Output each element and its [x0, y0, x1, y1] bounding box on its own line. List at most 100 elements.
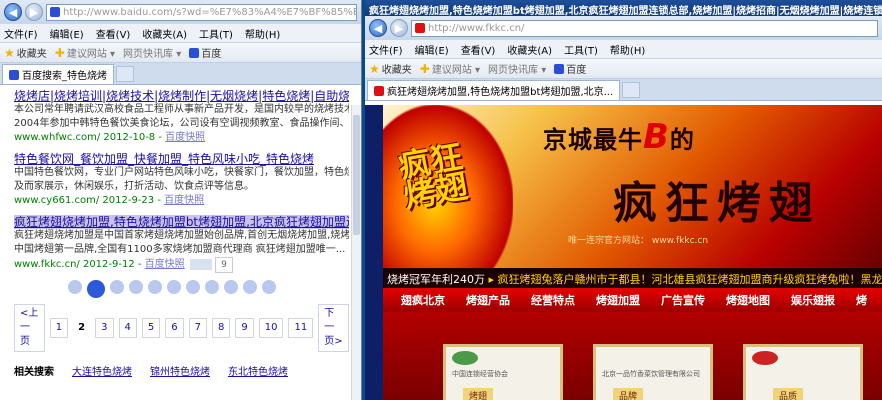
page-link[interactable]: 5 [141, 318, 161, 338]
menu-help[interactable]: 帮助(H) [610, 42, 645, 57]
suggested-sites-button[interactable]: ✚ 建议网站 ▾ [54, 45, 115, 61]
related-link[interactable]: 东北特色烧烤 [228, 366, 288, 380]
ticker-text: ▸ 疯狂烤翅兔落户赣州市于都县！河北雄县疯狂烤翅加盟商升级疯狂烤兔啦！黑龙江七台… [488, 273, 882, 286]
page-link[interactable]: 7 [188, 318, 207, 338]
nav-item[interactable]: 烤 [856, 292, 867, 308]
page-link[interactable]: 3 [95, 318, 114, 338]
menu-bar: 文件(F) 编辑(E) 查看(V) 收藏夹(A) 工具(T) 帮助(H) [0, 24, 361, 43]
scrollbar-thumb[interactable] [353, 115, 360, 235]
result-title-link[interactable]: 特色餐饮网_餐饮加盟_快餐加盟_特色风味小吃_特色烧烤 [14, 152, 349, 166]
nav-item[interactable]: 烤翅地图 [726, 292, 770, 308]
snapshot-link[interactable]: 百度快照 [145, 259, 185, 270]
new-tab-button[interactable] [622, 82, 641, 98]
page-link[interactable]: 9 [235, 318, 254, 338]
share-icon[interactable] [189, 258, 212, 270]
nav-item[interactable]: 娱乐翅报 [791, 292, 835, 308]
baidu-favorite-link[interactable]: 百度 [189, 45, 221, 60]
nav-item[interactable]: 烤翅产品 [466, 292, 510, 308]
back-button[interactable]: ◀ [4, 3, 22, 21]
menu-edit[interactable]: 编辑(E) [50, 26, 84, 41]
menu-view[interactable]: 查看(V) [461, 42, 496, 57]
vertical-scrollbar[interactable] [351, 105, 361, 400]
baidu-paw-icon [554, 63, 565, 74]
menu-help[interactable]: 帮助(H) [245, 26, 280, 41]
menu-bar: 文件(F) 编辑(E) 查看(V) 收藏夹(A) 工具(T) 帮助(H) [365, 40, 882, 59]
next-page-button[interactable]: 下一页> [318, 304, 349, 352]
nav-item[interactable]: 经营特点 [531, 292, 575, 308]
headline: 疯狂烤翅 [613, 178, 821, 229]
menu-favorites[interactable]: 收藏夹(A) [507, 42, 552, 57]
tab-strip: 疯狂烤翅烧烤加盟,特色烧烤加盟bt烤翅加盟,北京... [365, 79, 882, 101]
favorites-button[interactable]: ★ 收藏夹 [369, 61, 412, 77]
paw-icon [262, 280, 276, 294]
result-url: www.cy661.com/ 2012-9-23 - 百度快照 [14, 195, 205, 206]
forward-button[interactable]: ▶ [25, 3, 43, 21]
news-ticker[interactable]: 烧烤冠军年利240万 ▸ 疯狂烤翅兔落户赣州市于都县！河北雄县疯狂烤翅加盟商升级… [383, 268, 882, 288]
menu-tools[interactable]: 工具(T) [199, 26, 233, 41]
page-link[interactable]: 10 [258, 318, 284, 338]
snapshot-link[interactable]: 百度快照 [165, 132, 205, 143]
certificate-showcase: 中国连锁经营协会 北京一品竹香菜饮管理有限公司 烤翅 品牌 品质 [383, 312, 882, 400]
web-slice-button[interactable]: 网页快讯库 ▾ [123, 45, 181, 60]
add-favorite-icon: ✚ [54, 45, 65, 60]
star-icon: ★ [369, 61, 380, 76]
prev-page-button[interactable]: <上一页 [14, 304, 45, 352]
official-site-text: 唯一连宗官方网站： www.fkkc.cn [568, 236, 709, 246]
pagination: <上一页 1 2 3 4 5 6 7 8 9 10 11 下一页> [14, 304, 349, 352]
plaque-label: 品质 [773, 388, 804, 400]
search-results: 烧烤店|烧烤培训|烧烤技术|烧烤制作|无烟烧烤|特色烧烤|自助烧... 本公司常… [0, 85, 361, 380]
result-snippet: 中国特色餐饮网，专业门户网站特色风味小吃，快餐家门，餐饮加盟，特色烧烤等，... [14, 167, 349, 178]
address-input[interactable]: http://www.fkkc.cn/ [411, 19, 878, 37]
right-browser-window: 疯狂烤翅烧烤加盟,特色烧烤加盟bt烤翅加盟,北京疯狂烤翅加盟连锁总部,烧烤加盟|… [365, 0, 882, 400]
nav-item[interactable]: 广告宣传 [661, 292, 705, 308]
page-link[interactable]: 4 [118, 318, 137, 338]
baidu-paw-icon [50, 7, 60, 17]
related-link[interactable]: 锦州特色烧烤 [150, 366, 210, 380]
baidu-favorite-link[interactable]: 百度 [554, 61, 586, 76]
menu-view[interactable]: 查看(V) [96, 26, 131, 41]
new-tab-button[interactable] [116, 66, 134, 82]
menu-file[interactable]: 文件(F) [4, 26, 38, 41]
menu-edit[interactable]: 编辑(E) [415, 42, 449, 57]
paw-icon [167, 280, 181, 294]
current-page: 2 [78, 322, 86, 333]
web-slice-button[interactable]: 网页快讯库 ▾ [488, 61, 546, 76]
favorites-bar: ★ 收藏夹 ✚ 建议网站 ▾ 网页快讯库 ▾ 百度 [365, 59, 882, 79]
paw-icon [148, 280, 162, 294]
page-left-edge [365, 105, 383, 400]
tab-baidu-search[interactable]: 百度搜索_特色烧烤 [2, 64, 114, 84]
page-link[interactable]: 6 [165, 318, 184, 338]
result-snippet: 本公司常年聘请武汉高校食品工程师从事新产品开发，是国内较早的烧烤技术研发培... [14, 104, 349, 115]
website-content: 疯狂烤翅 京城最牛B的 疯狂烤翅 唯一连宗官方网站： www.fkkc.cn 烧… [365, 105, 882, 400]
left-browser-window: ◀ ▶ http://www.baidu.com/s?wd=%E7%83%A4%… [0, 0, 362, 400]
snapshot-link[interactable]: 百度快照 [164, 195, 204, 206]
menu-tools[interactable]: 工具(T) [564, 42, 598, 57]
tab-fkkc-site[interactable]: 疯狂烤翅烧烤加盟,特色烧烤加盟bt烤翅加盟,北京... [367, 80, 621, 100]
favorites-button[interactable]: ★ 收藏夹 [4, 45, 47, 61]
nav-item[interactable]: 烤翅加盟 [596, 292, 640, 308]
back-button[interactable]: ◀ [369, 19, 387, 37]
suggested-sites-button[interactable]: ✚ 建议网站 ▾ [420, 61, 480, 77]
forward-button[interactable]: ▶ [390, 19, 408, 37]
search-result: 特色餐饮网_餐饮加盟_快餐加盟_特色风味小吃_特色烧烤 中国特色餐饮网，专业门户… [14, 152, 349, 208]
page-link[interactable]: 8 [212, 318, 231, 338]
nav-item[interactable]: 翅疯北京 [401, 292, 445, 308]
related-searches: 相关搜索 大连特色烧烤 锦州特色烧烤 东北特色烧烤 [14, 366, 349, 380]
address-text: http://www.fkkc.cn/ [428, 22, 525, 34]
menu-favorites[interactable]: 收藏夹(A) [142, 26, 187, 41]
paw-icon [186, 280, 200, 294]
menu-file[interactable]: 文件(F) [369, 42, 403, 57]
address-bar-row: ◀ ▶ http://www.fkkc.cn/ [365, 16, 882, 40]
address-input[interactable]: http://www.baidu.com/s?wd=%E7%83%A4%E7%B… [46, 3, 357, 21]
page-link[interactable]: 11 [288, 318, 314, 338]
address-bar-row: ◀ ▶ http://www.baidu.com/s?wd=%E7%83%A4%… [0, 0, 361, 24]
cqc-logo-icon [752, 351, 778, 365]
page-link[interactable]: 1 [49, 318, 69, 338]
related-link[interactable]: 大连特色烧烤 [72, 366, 132, 380]
pagination-paws [68, 280, 349, 298]
result-snippet: 及而家展示，休闲娱乐，打折活动、饮食点评等信息。 [14, 181, 254, 192]
result-title-link[interactable]: 疯狂烤翅烧烤加盟,特色烧烤加盟bt烤翅加盟,北京疯狂烤翅加盟连锁... [14, 215, 349, 229]
site-banner: 疯狂烤翅 京城最牛B的 疯狂烤翅 唯一连宗官方网站： www.fkkc.cn [383, 105, 882, 268]
related-label: 相关搜索 [14, 367, 54, 378]
result-title-link[interactable]: 烧烤店|烧烤培训|烧烤技术|烧烤制作|无烟烧烤|特色烧烤|自助烧... [14, 89, 349, 103]
